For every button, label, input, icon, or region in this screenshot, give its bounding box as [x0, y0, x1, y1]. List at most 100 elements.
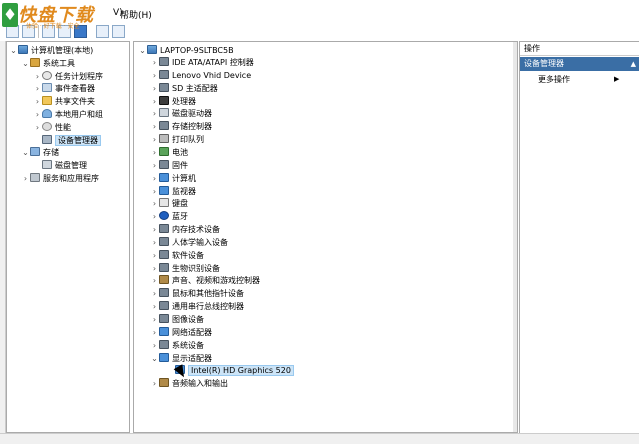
collapsed-chevron-icon[interactable]: ›: [150, 197, 159, 210]
tree-item[interactable]: ⌄ 计算机管理(本地): [9, 44, 93, 57]
expanded-chevron-icon[interactable]: ⌄: [150, 352, 159, 365]
folder-icon: [42, 96, 52, 106]
collapsed-chevron-icon[interactable]: ›: [33, 70, 42, 83]
services-icon: [30, 173, 40, 182]
tree-item[interactable]: 设备管理器: [33, 134, 101, 147]
device-category[interactable]: › 蓝牙: [150, 210, 188, 223]
collapsed-chevron-icon[interactable]: ›: [150, 326, 159, 339]
collapsed-chevron-icon[interactable]: ›: [150, 300, 159, 313]
device-category[interactable]: › IDE ATA/ATAPI 控制器: [150, 56, 254, 69]
expanded-chevron-icon[interactable]: ⌄: [21, 57, 30, 70]
device-category[interactable]: › 网络适配器: [150, 326, 212, 339]
computer-icon: [18, 45, 28, 54]
tree-item[interactable]: › 任务计划程序: [33, 70, 103, 83]
collapsed-chevron-icon[interactable]: ›: [150, 133, 159, 146]
disk-icon: [42, 160, 52, 170]
collapsed-chevron-icon[interactable]: ›: [150, 313, 159, 326]
tree-item-label: 设备管理器: [55, 134, 101, 146]
device-category[interactable]: › 存储控制器: [150, 120, 212, 133]
collapsed-chevron-icon[interactable]: ›: [33, 82, 42, 95]
collapsed-chevron-icon[interactable]: ›: [150, 146, 159, 159]
device-label: 打印队列: [172, 135, 204, 145]
collapsed-chevron-icon[interactable]: ›: [150, 82, 159, 95]
collapsed-chevron-icon[interactable]: ›: [150, 69, 159, 82]
disk-drive-icon: [159, 108, 169, 118]
device-category[interactable]: › 固件: [150, 159, 188, 172]
collapsed-chevron-icon[interactable]: ›: [33, 95, 42, 108]
network-adapter-icon: [159, 326, 169, 336]
collapsed-chevron-icon[interactable]: ›: [33, 121, 42, 134]
menu-help[interactable]: 帮助(H): [120, 8, 152, 21]
device-category[interactable]: › 图像设备: [150, 313, 204, 326]
tree-item[interactable]: › 事件查看器: [33, 82, 95, 95]
device-category[interactable]: › 打印队列: [150, 133, 204, 146]
mouse-icon: [159, 288, 169, 298]
device-category[interactable]: ⌄ 显示适配器: [150, 352, 212, 365]
device-label: 电池: [172, 147, 188, 157]
device-category[interactable]: › 鼠标和其他指针设备: [150, 287, 244, 300]
device-category[interactable]: › 电池: [150, 146, 188, 159]
tree-item[interactable]: › 共享文件夹: [33, 95, 95, 108]
device-label: Intel(R) HD Graphics 520: [188, 365, 294, 377]
expanded-chevron-icon[interactable]: ⌄: [138, 44, 147, 57]
collapsed-chevron-icon[interactable]: ›: [150, 236, 159, 249]
device-category[interactable]: › SD 主适配器: [150, 82, 218, 95]
tree-item[interactable]: › 本地用户和组: [33, 108, 103, 121]
collapsed-chevron-icon[interactable]: ›: [33, 108, 42, 121]
monitor-icon[interactable]: [112, 25, 125, 38]
more-actions-label: 更多操作: [538, 75, 570, 84]
tree-item-label: 性能: [55, 122, 71, 132]
more-actions[interactable]: 更多操作 ▶: [538, 73, 619, 86]
tree-item[interactable]: › 性能: [33, 121, 71, 134]
collapsed-chevron-icon[interactable]: ›: [150, 249, 159, 262]
device-category[interactable]: › 系统设备: [150, 339, 204, 352]
device-label: 处理器: [172, 96, 196, 106]
collapsed-chevron-icon[interactable]: ›: [150, 172, 159, 185]
device-category[interactable]: › 软件设备: [150, 249, 204, 262]
device-category[interactable]: › 磁盘驱动器: [150, 107, 212, 120]
device-category[interactable]: › 计算机: [150, 172, 196, 185]
collapsed-chevron-icon[interactable]: ›: [150, 120, 159, 133]
collapsed-chevron-icon[interactable]: ›: [21, 172, 30, 185]
actions-device-manager[interactable]: 设备管理器 ▲: [520, 57, 639, 71]
device-tree-scrollbar[interactable]: [513, 42, 517, 432]
expanded-chevron-icon[interactable]: ⌄: [9, 44, 18, 57]
collapsed-chevron-icon[interactable]: ›: [150, 107, 159, 120]
device-category[interactable]: › 内存技术设备: [150, 223, 220, 236]
device-category[interactable]: › 键盘: [150, 197, 188, 210]
tree-item[interactable]: › 服务和应用程序: [21, 172, 99, 185]
collapsed-chevron-icon[interactable]: ›: [150, 274, 159, 287]
device-category[interactable]: › 人体学输入设备: [150, 236, 228, 249]
firmware-icon: [159, 159, 169, 169]
collapsed-chevron-icon[interactable]: ›: [150, 339, 159, 352]
collapsed-chevron-icon[interactable]: ›: [150, 185, 159, 198]
printer-icon: [159, 134, 169, 144]
collapsed-chevron-icon[interactable]: ›: [150, 159, 159, 172]
tree-item[interactable]: 磁盘管理: [33, 159, 87, 172]
device-category[interactable]: › 音频输入和输出: [150, 377, 228, 390]
device-label: 内存技术设备: [172, 225, 220, 235]
device-label: 软件设备: [172, 250, 204, 260]
collapse-icon[interactable]: ▲: [631, 57, 636, 71]
collapsed-chevron-icon[interactable]: ›: [150, 262, 159, 275]
collapsed-chevron-icon[interactable]: ›: [150, 377, 159, 390]
memory-device-icon: [159, 224, 169, 234]
collapsed-chevron-icon[interactable]: ›: [150, 287, 159, 300]
device-category[interactable]: › 通用串行总线控制器: [150, 300, 244, 313]
device-category[interactable]: › 监视器: [150, 185, 196, 198]
device-category[interactable]: › 生物识别设备: [150, 262, 220, 275]
device-category[interactable]: › Lenovo Vhid Device: [150, 69, 251, 82]
device-label: 计算机: [172, 173, 196, 183]
tree-item[interactable]: ⌄ 系统工具: [21, 57, 75, 70]
tree-item[interactable]: ⌄ 存储: [21, 146, 59, 159]
device-category[interactable]: › 声音、视频和游戏控制器: [150, 274, 260, 287]
tools-icon: [30, 57, 40, 67]
ide-controller-icon: [159, 57, 169, 66]
device-category[interactable]: › 处理器: [150, 95, 196, 108]
device-label: 蓝牙: [172, 212, 188, 222]
collapsed-chevron-icon[interactable]: ›: [150, 223, 159, 236]
expanded-chevron-icon[interactable]: ⌄: [21, 146, 30, 159]
collapsed-chevron-icon[interactable]: ›: [150, 56, 159, 69]
collapsed-chevron-icon[interactable]: ›: [150, 95, 159, 108]
collapsed-chevron-icon[interactable]: ›: [150, 210, 159, 223]
